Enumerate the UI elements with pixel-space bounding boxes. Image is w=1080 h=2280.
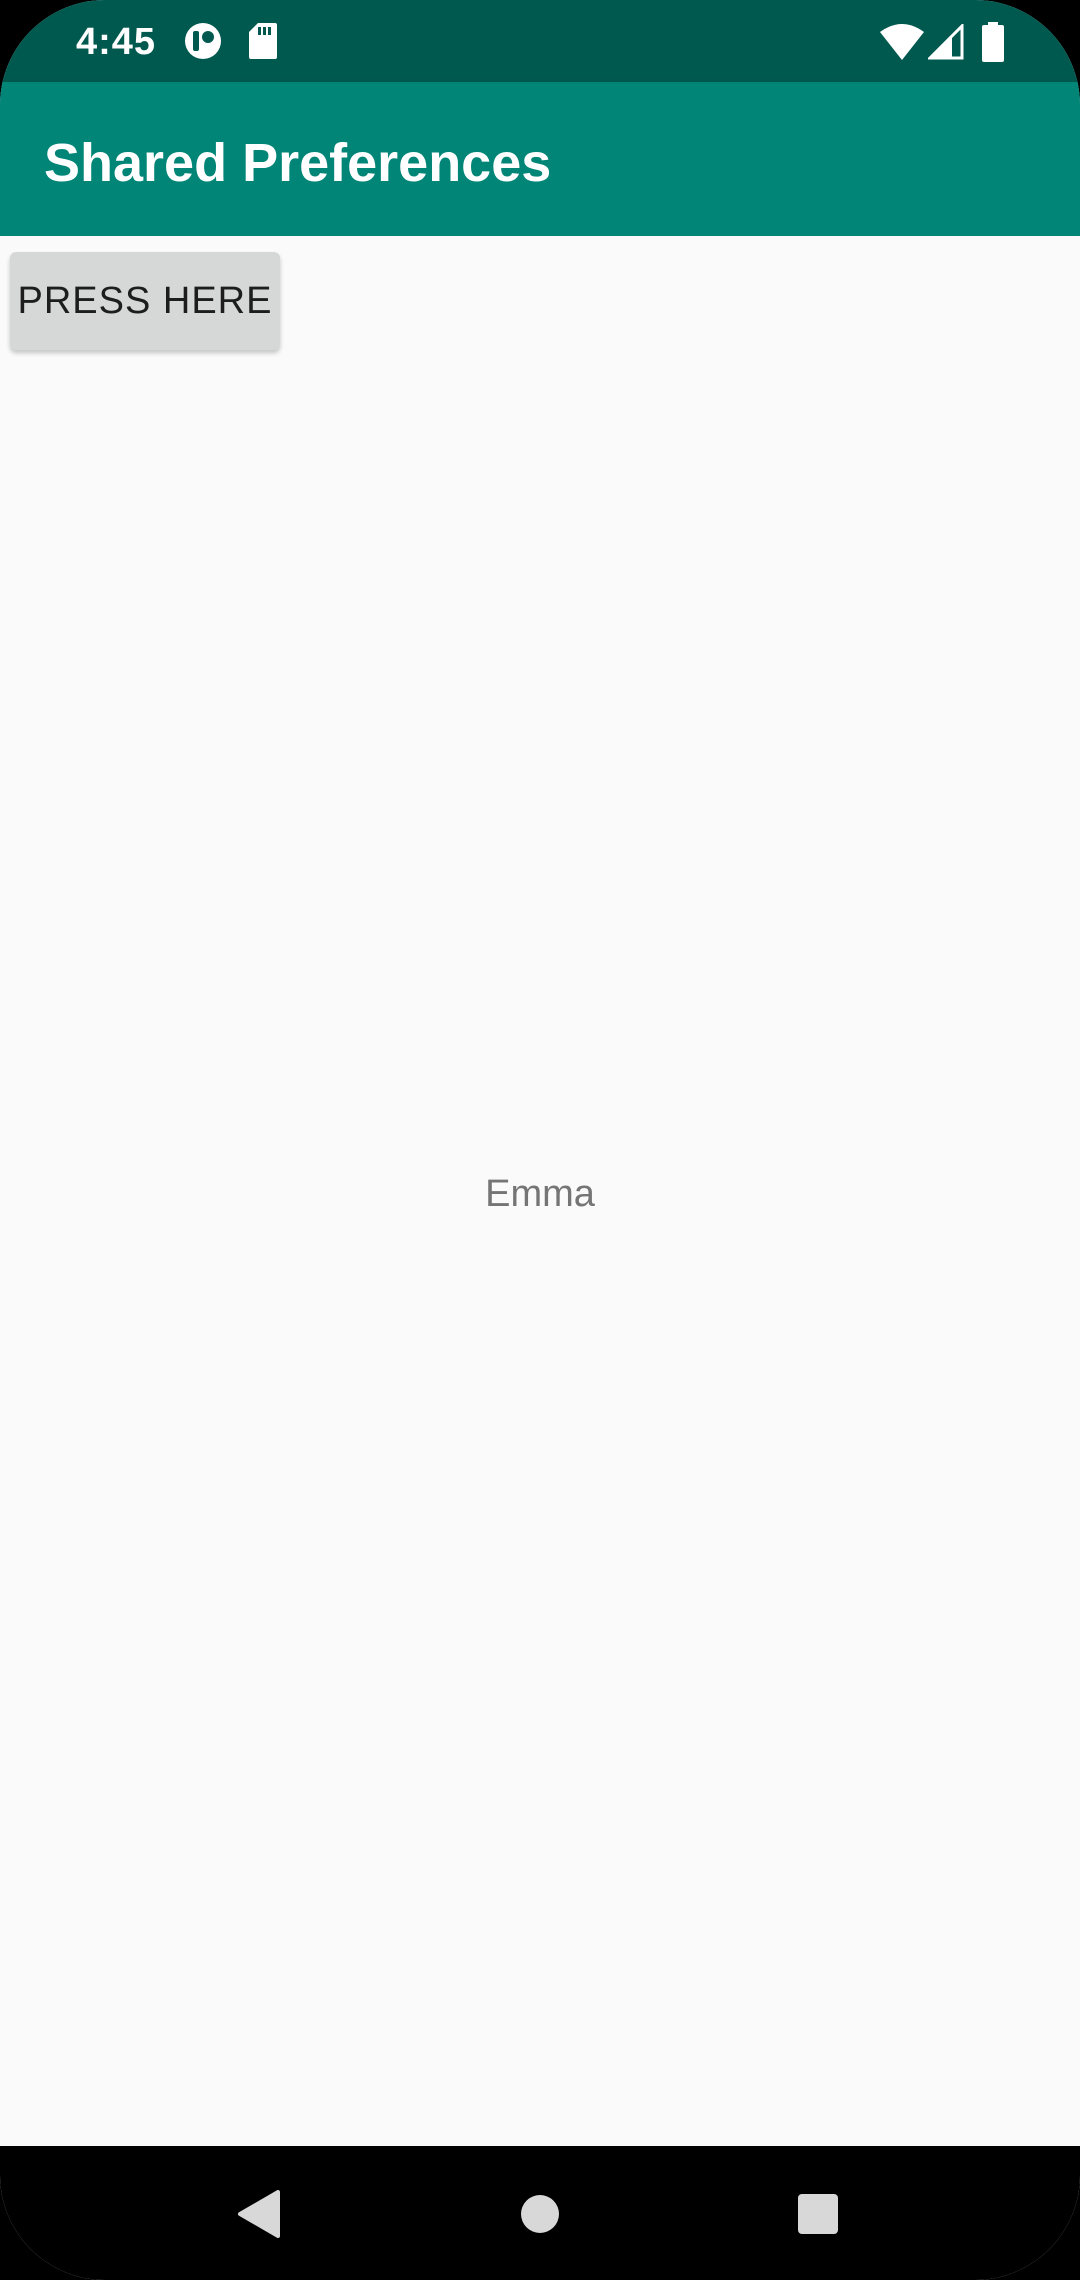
circle-logo-icon bbox=[185, 23, 221, 59]
app-bar: Shared Preferences bbox=[0, 82, 1080, 236]
wifi-icon bbox=[880, 24, 924, 60]
status-time: 4:45 bbox=[76, 21, 157, 63]
cell-signal-icon bbox=[928, 24, 964, 60]
back-icon[interactable] bbox=[236, 2190, 280, 2238]
saved-name-text: Emma bbox=[485, 1173, 595, 1215]
recents-icon[interactable] bbox=[798, 2194, 838, 2234]
status-bar: 4:45 bbox=[0, 0, 1080, 82]
phone-screen: 4:45 Shared Preferences PRESS HERE Emma bbox=[0, 0, 1080, 2280]
battery-icon bbox=[982, 22, 1004, 62]
main-content: PRESS HERE Emma bbox=[0, 236, 1080, 2146]
home-icon[interactable] bbox=[520, 2194, 560, 2234]
sd-card-icon bbox=[249, 23, 277, 59]
app-title: Shared Preferences bbox=[44, 133, 552, 193]
navigation-bar bbox=[0, 2146, 1080, 2280]
press-here-button[interactable]: PRESS HERE bbox=[10, 252, 280, 350]
